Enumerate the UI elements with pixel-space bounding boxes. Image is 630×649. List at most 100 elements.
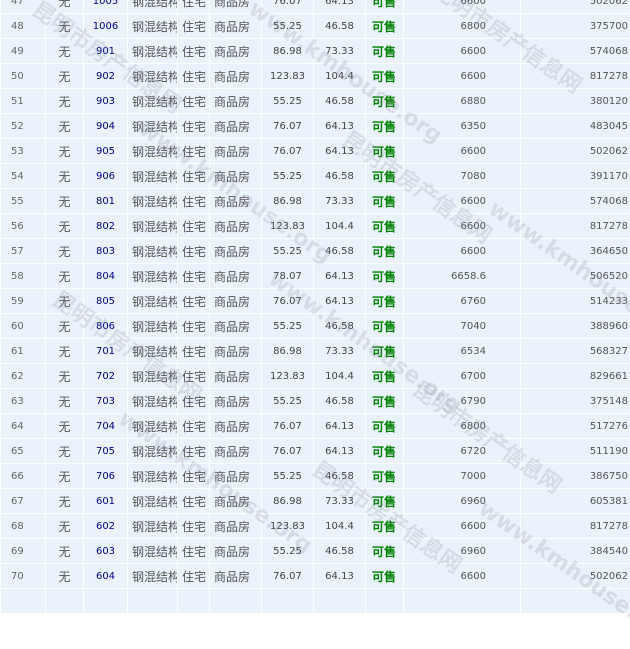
room-number-cell: 703 (84, 389, 128, 414)
structure-cell: 钢混结构 (128, 339, 178, 364)
property-type-cell: 商品房 (210, 0, 262, 14)
room-number-link[interactable]: 903 (96, 96, 115, 107)
room-number-link[interactable]: 805 (96, 296, 115, 307)
unit-price-cell: 6600 (404, 189, 521, 214)
row-index-cell: 66 (1, 464, 46, 489)
inner-area-cell: 64.13 (314, 264, 366, 289)
total-price-cell: 568327 (521, 339, 630, 364)
row-index-cell: 49 (1, 39, 46, 64)
total-price-cell: 364650 (521, 239, 630, 264)
table-row: 58无804钢混结构住宅商品房78.0764.13可售6658.6506520 (1, 264, 630, 289)
property-type-cell: 商品房 (210, 239, 262, 264)
structure-cell: 钢混结构 (128, 114, 178, 139)
status-cell: 可售 (366, 364, 404, 389)
room-number-link[interactable]: 1006 (93, 21, 118, 32)
room-number-link[interactable]: 801 (96, 196, 115, 207)
property-type-cell: 商品房 (210, 139, 262, 164)
property-type-cell: 商品房 (210, 514, 262, 539)
total-price-cell: 384540 (521, 539, 630, 564)
usage-cell: 住宅 (178, 14, 210, 39)
unit-price-cell: 6600 (404, 64, 521, 89)
inner-area-cell: 46.58 (314, 464, 366, 489)
unit-price-cell: 6600 (404, 0, 521, 14)
structure-cell: 钢混结构 (128, 314, 178, 339)
row-index-cell: 69 (1, 539, 46, 564)
mortgage-cell: 无 (46, 289, 84, 314)
room-number-link[interactable]: 905 (96, 146, 115, 157)
building-area-cell: 76.07 (262, 114, 314, 139)
property-type-cell: 商品房 (210, 89, 262, 114)
status-cell: 可售 (366, 189, 404, 214)
building-area-cell: 76.07 (262, 139, 314, 164)
room-number-link[interactable]: 902 (96, 71, 115, 82)
structure-cell: 钢混结构 (128, 214, 178, 239)
total-price-cell: 375700 (521, 14, 630, 39)
room-number-cell: 806 (84, 314, 128, 339)
room-number-link[interactable]: 704 (96, 421, 115, 432)
row-index-cell: 62 (1, 364, 46, 389)
room-number-link[interactable]: 603 (96, 546, 115, 557)
building-area-cell: 55.25 (262, 164, 314, 189)
table-row: 66无706钢混结构住宅商品房55.2546.58可售7000386750 (1, 464, 630, 489)
room-number-link[interactable]: 601 (96, 496, 115, 507)
room-number-cell: 705 (84, 439, 128, 464)
usage-cell: 住宅 (178, 564, 210, 589)
room-number-link[interactable]: 705 (96, 446, 115, 457)
building-area-cell: 55.25 (262, 14, 314, 39)
row-index-cell: 67 (1, 489, 46, 514)
room-number-link[interactable]: 802 (96, 221, 115, 232)
room-number-link[interactable]: 604 (96, 571, 115, 582)
usage-cell: 住宅 (178, 489, 210, 514)
status-cell: 可售 (366, 139, 404, 164)
inner-area-cell: 73.33 (314, 189, 366, 214)
row-index-cell: 70 (1, 564, 46, 589)
room-number-cell: 805 (84, 289, 128, 314)
inner-area-cell: 104.4 (314, 514, 366, 539)
structure-cell: 钢混结构 (128, 0, 178, 14)
usage-cell (178, 589, 210, 614)
room-number-link[interactable]: 901 (96, 46, 115, 57)
table-row: 53无905钢混结构住宅商品房76.0764.13可售6600502062 (1, 139, 630, 164)
mortgage-cell: 无 (46, 264, 84, 289)
table-row: 60无806钢混结构住宅商品房55.2546.58可售7040388960 (1, 314, 630, 339)
room-number-link[interactable]: 602 (96, 521, 115, 532)
room-number-cell: 701 (84, 339, 128, 364)
room-number-link[interactable]: 1005 (93, 0, 118, 7)
structure-cell: 钢混结构 (128, 514, 178, 539)
room-number-link[interactable]: 806 (96, 321, 115, 332)
room-number-link[interactable]: 702 (96, 371, 115, 382)
property-type-cell: 商品房 (210, 14, 262, 39)
mortgage-cell: 无 (46, 239, 84, 264)
room-number-link[interactable]: 904 (96, 121, 115, 132)
status-cell: 可售 (366, 539, 404, 564)
inner-area-cell: 104.4 (314, 364, 366, 389)
building-area-cell: 123.83 (262, 214, 314, 239)
room-number-link[interactable]: 706 (96, 471, 115, 482)
structure-cell: 钢混结构 (128, 64, 178, 89)
status-cell: 可售 (366, 489, 404, 514)
building-area-cell: 55.25 (262, 314, 314, 339)
unit-price-cell: 6600 (404, 564, 521, 589)
room-number-link[interactable]: 906 (96, 171, 115, 182)
row-index-cell: 59 (1, 289, 46, 314)
table-row: 48无1006钢混结构住宅商品房55.2546.58可售6800375700 (1, 14, 630, 39)
room-number-link[interactable]: 703 (96, 396, 115, 407)
inner-area-cell: 64.13 (314, 139, 366, 164)
usage-cell: 住宅 (178, 0, 210, 14)
usage-cell: 住宅 (178, 389, 210, 414)
mortgage-cell: 无 (46, 14, 84, 39)
property-type-cell: 商品房 (210, 64, 262, 89)
structure-cell: 钢混结构 (128, 189, 178, 214)
room-number-link[interactable]: 701 (96, 346, 115, 357)
room-number-cell: 706 (84, 464, 128, 489)
room-number-link[interactable]: 803 (96, 246, 115, 257)
building-area-cell: 78.07 (262, 264, 314, 289)
inner-area-cell: 46.58 (314, 239, 366, 264)
inner-area-cell: 104.4 (314, 214, 366, 239)
mortgage-cell: 无 (46, 64, 84, 89)
room-number-link[interactable]: 804 (96, 271, 115, 282)
unit-price-cell: 6790 (404, 389, 521, 414)
inner-area-cell: 64.13 (314, 414, 366, 439)
unit-price-cell: 6600 (404, 514, 521, 539)
property-type-cell: 商品房 (210, 539, 262, 564)
